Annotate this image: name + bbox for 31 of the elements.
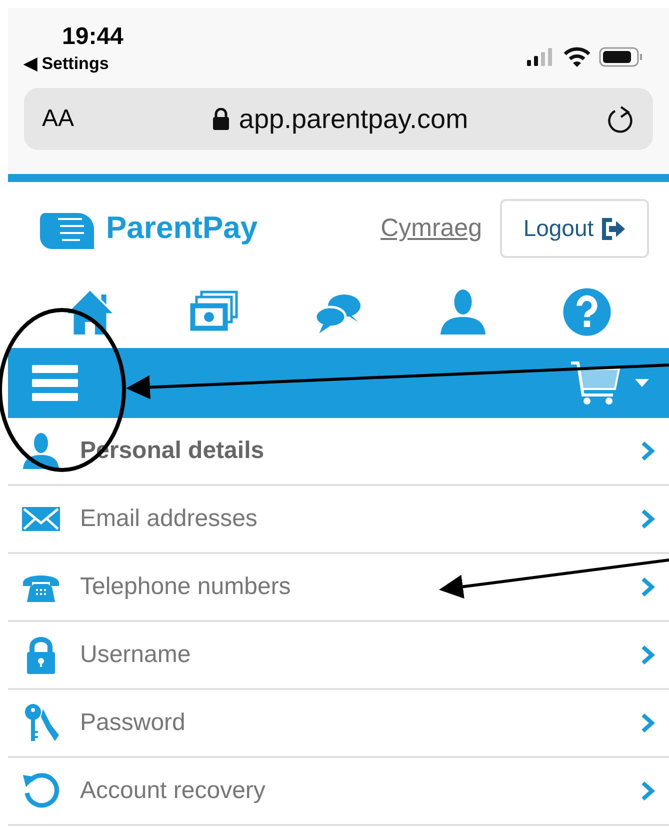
logout-icon [600,218,626,240]
back-to-settings-link[interactable]: ◀ Settings [24,52,124,76]
menu-item-label: Password [80,708,186,738]
user-icon [21,431,61,471]
help-icon[interactable] [562,286,612,336]
chevron-right-icon [641,441,655,461]
chevron-right-icon [641,713,655,733]
reload-icon[interactable] [607,104,635,134]
chevron-right-icon [641,645,655,665]
cart-icon[interactable] [569,359,621,407]
text-size-button[interactable]: AA [42,101,74,137]
menu-item-label: Account recovery [80,776,266,806]
dropdown-caret-icon[interactable] [635,379,649,387]
chevron-right-icon [641,509,655,529]
status-time: 19:44 [62,22,124,52]
logout-button[interactable]: Logout [500,199,649,258]
menu-icon[interactable] [32,363,78,403]
menu-item-label: Email addresses [80,504,258,534]
signal-icon [527,47,555,67]
user-icon[interactable] [438,286,488,336]
wifi-icon [563,46,591,68]
chevron-right-icon [641,781,655,801]
menu-item-label: Username [80,640,191,670]
address-bar[interactable]: AA app.parentpay.com [24,88,653,150]
menu-item-label: Telephone numbers [80,572,291,602]
chevron-right-icon [641,577,655,597]
lock-icon [212,108,229,130]
url-text: app.parentpay.com [238,102,468,136]
language-link[interactable]: Cymraeg [380,210,482,248]
logo-text: ParentPay [106,209,258,248]
battery-icon [599,47,643,67]
